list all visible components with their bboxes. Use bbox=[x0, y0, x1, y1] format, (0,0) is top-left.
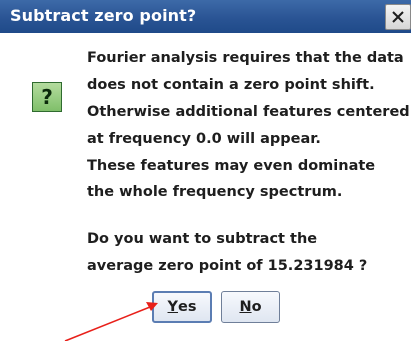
message-line: Fourier analysis requires that the data bbox=[87, 50, 404, 66]
message-line: These features may even dominate bbox=[87, 158, 376, 174]
message-line: average zero point of 15.231984 ? bbox=[87, 258, 368, 274]
message-line: does not contain a zero point shift. bbox=[87, 77, 375, 93]
no-button[interactable]: No bbox=[221, 291, 280, 323]
question-mark-icon: ? bbox=[32, 82, 62, 112]
message-line: Otherwise additional features centered bbox=[87, 104, 410, 120]
title-bar[interactable]: Subtract zero point? bbox=[0, 0, 411, 33]
subtract-zero-point-dialog: Subtract zero point? ? Fourier analysis … bbox=[0, 0, 411, 341]
yes-label-rest: es bbox=[178, 299, 197, 315]
close-x-icon bbox=[392, 11, 404, 23]
dialog-title: Subtract zero point? bbox=[10, 6, 197, 25]
close-button[interactable] bbox=[385, 4, 411, 30]
yes-button[interactable]: Yes bbox=[152, 291, 212, 323]
yes-mnemonic: Y bbox=[167, 299, 179, 315]
no-label-rest: o bbox=[251, 299, 262, 315]
message-line: at frequency 0.0 will appear. bbox=[87, 131, 321, 147]
message-line: Do you want to subtract the bbox=[87, 231, 318, 247]
no-mnemonic: N bbox=[239, 299, 252, 315]
message-line: the whole frequency spectrum. bbox=[87, 184, 343, 200]
